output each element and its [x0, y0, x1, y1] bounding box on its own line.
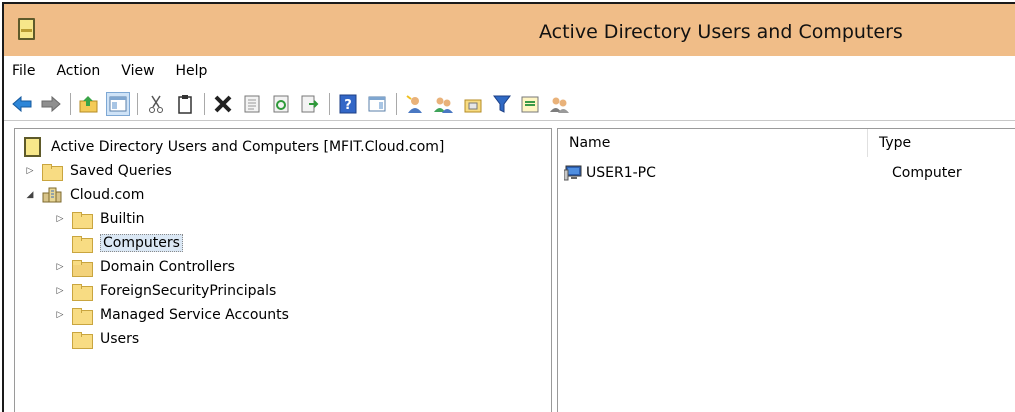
find-button[interactable]: [519, 92, 543, 116]
show-hide-console-tree-icon: [109, 96, 127, 111]
app-icon[interactable]: [18, 18, 35, 40]
expand-arrow-icon[interactable]: ▷: [55, 214, 65, 224]
title-bar[interactable]: Active Directory Users and Computers: [4, 4, 1015, 56]
folder-icon: [72, 283, 93, 301]
tree-item-label: Managed Service Accounts: [100, 307, 289, 323]
cut-button[interactable]: [144, 92, 168, 116]
window-title: Active Directory Users and Computers: [539, 21, 903, 43]
column-header-name[interactable]: Name: [558, 129, 868, 157]
column-header-label: Type: [879, 135, 912, 151]
tree-item-label: Saved Queries: [70, 163, 172, 179]
app-window: Active Directory Users and Computers Fil…: [2, 2, 1015, 412]
expand-arrow-icon[interactable]: ▷: [55, 262, 65, 272]
tree-item-users[interactable]: Users: [55, 327, 139, 351]
tree-item-domain[interactable]: ◢ Cloud.com: [25, 183, 145, 207]
expand-arrow-icon[interactable]: ▷: [25, 166, 35, 176]
menu-help[interactable]: Help: [176, 63, 208, 79]
tree-item-managed-service-accounts[interactable]: ▷ Managed Service Accounts: [55, 303, 289, 327]
export-list-icon: [301, 95, 319, 112]
show-hide-console-tree-button[interactable]: [106, 91, 130, 116]
tree-item-saved-queries[interactable]: ▷ Saved Queries: [25, 159, 172, 183]
refresh-button[interactable]: [269, 92, 293, 116]
copy-button[interactable]: [173, 92, 197, 116]
menu-file[interactable]: File: [12, 63, 35, 79]
export-list-button[interactable]: [298, 92, 322, 116]
tree-item-domain-controllers[interactable]: ▷ Domain Controllers: [55, 255, 235, 279]
menu-bar: File Action View Help: [4, 56, 1015, 86]
refresh-icon: [273, 95, 289, 112]
collapse-arrow-icon[interactable]: ◢: [25, 190, 35, 200]
menu-view[interactable]: View: [121, 63, 154, 79]
svg-text:?: ?: [344, 98, 352, 113]
tree-item-builtin[interactable]: ▷ Builtin: [55, 207, 145, 231]
up-folder-icon: [79, 95, 98, 112]
action-pane-icon: [368, 96, 386, 111]
list-item[interactable]: USER1-PC Computer: [563, 161, 1015, 185]
filter-button[interactable]: [490, 92, 514, 116]
new-group-icon: [434, 97, 453, 113]
toolbar: ?: [4, 87, 1015, 121]
new-user-button[interactable]: [403, 92, 427, 116]
tree-item-root[interactable]: Active Directory Users and Computers [MF…: [24, 135, 444, 159]
tree-item-computers[interactable]: Computers: [55, 231, 183, 255]
new-ou-button[interactable]: [461, 92, 485, 116]
folder-icon: [72, 307, 93, 325]
toolbar-separator: [204, 92, 205, 115]
add-to-group-button[interactable]: [548, 92, 572, 116]
back-arrow-icon: [12, 95, 32, 112]
new-ou-icon: [464, 99, 482, 112]
delete-button[interactable]: [211, 92, 235, 116]
tree-item-foreign-security-principals[interactable]: ▷ ForeignSecurityPrincipals: [55, 279, 276, 303]
action-pane-button[interactable]: [365, 92, 389, 116]
folder-icon: [42, 163, 63, 181]
tree-item-label: Active Directory Users and Computers [MF…: [51, 139, 445, 155]
filter-icon: [493, 95, 511, 113]
up-one-level-button[interactable]: [77, 92, 101, 116]
copy-icon: [178, 94, 192, 114]
tree-item-label: Users: [100, 331, 140, 347]
add-to-group-icon: [550, 97, 569, 113]
folder-icon: [72, 211, 93, 229]
delete-icon: [214, 95, 232, 112]
aduc-root-icon: [24, 137, 41, 157]
expand-arrow-icon[interactable]: ▷: [55, 286, 65, 296]
domain-icon: [42, 186, 62, 204]
toolbar-separator: [396, 92, 397, 115]
results-list-pane[interactable]: Name Type USER1-PC Computer: [557, 128, 1015, 412]
new-user-icon: [406, 94, 422, 113]
forward-arrow-icon: [41, 95, 61, 112]
tree-item-label: Computers: [100, 234, 183, 252]
help-icon: ?: [339, 94, 357, 113]
expand-arrow-icon[interactable]: ▷: [55, 310, 65, 320]
tree-item-label: Cloud.com: [70, 187, 145, 203]
column-header-label: Name: [569, 135, 611, 151]
toolbar-separator: [329, 92, 330, 115]
list-item-name: USER1-PC: [586, 165, 656, 181]
list-item-type: Computer: [892, 165, 962, 181]
cut-icon: [149, 95, 163, 113]
ou-folder-icon: [72, 259, 93, 277]
column-header-type[interactable]: Type: [868, 129, 1015, 157]
find-icon: [521, 96, 539, 112]
toolbar-separator: [137, 92, 138, 115]
back-button[interactable]: [10, 92, 34, 116]
console-tree-pane[interactable]: Active Directory Users and Computers [MF…: [14, 128, 552, 412]
tree-item-label: ForeignSecurityPrincipals: [100, 283, 277, 299]
computer-icon: [563, 165, 582, 181]
new-group-button[interactable]: [432, 92, 456, 116]
toolbar-separator: [70, 92, 71, 115]
forward-button[interactable]: [39, 92, 63, 116]
folder-icon: [72, 235, 93, 253]
help-button[interactable]: ?: [336, 92, 360, 116]
tree-item-label: Builtin: [100, 211, 145, 227]
menu-action[interactable]: Action: [56, 63, 100, 79]
tree-item-label: Domain Controllers: [100, 259, 235, 275]
folder-icon: [72, 331, 93, 349]
properties-button[interactable]: [240, 92, 264, 116]
properties-icon: [244, 95, 260, 112]
